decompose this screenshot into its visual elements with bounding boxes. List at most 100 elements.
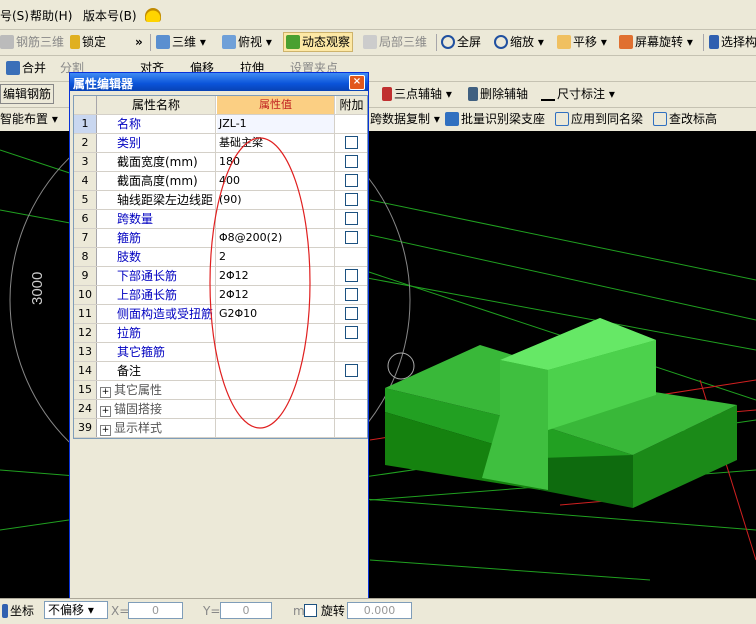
batch-identify-icon xyxy=(445,112,459,126)
select-button[interactable]: 选择构 xyxy=(709,33,756,51)
dialog-titlebar[interactable]: 属性编辑器 × xyxy=(70,73,368,91)
extra-checkbox[interactable] xyxy=(345,193,358,206)
screen-rotate-dropdown[interactable]: 屏幕旋转 ▾ xyxy=(619,33,693,51)
property-name: 侧面构造或受扭筋 xyxy=(97,305,216,323)
x-label: X= xyxy=(111,604,130,618)
row-number: 8 xyxy=(74,248,97,266)
x-input[interactable]: 0 xyxy=(128,602,183,619)
rotate-angle-input[interactable]: 0.000 xyxy=(347,602,412,619)
property-row[interactable]: 11 侧面构造或受扭筋 G2Φ10 xyxy=(74,305,367,324)
property-row[interactable]: 5 轴线距梁左边线距 (90) xyxy=(74,191,367,210)
property-value[interactable]: JZL-1 xyxy=(217,115,335,133)
expand-icon[interactable]: + xyxy=(100,406,111,417)
helmet-icon[interactable] xyxy=(145,8,161,22)
row-number: 12 xyxy=(74,324,97,342)
span-data-copy-label: 跨数据复制 xyxy=(370,112,431,126)
row-number: 7 xyxy=(74,229,97,247)
zoom-dropdown[interactable]: 缩放 ▾ xyxy=(494,33,544,51)
property-row[interactable]: 13 其它箍筋 xyxy=(74,343,367,362)
property-value[interactable]: 180 xyxy=(217,153,335,171)
pan-label: 平移 xyxy=(573,35,598,49)
property-group-row[interactable]: 39 + 显示样式 xyxy=(74,419,367,438)
row-number: 10 xyxy=(74,286,97,304)
close-icon[interactable]: × xyxy=(349,75,365,90)
extra-checkbox[interactable] xyxy=(345,136,358,149)
property-value[interactable]: (90) xyxy=(217,191,335,209)
rotate-checkbox[interactable]: 旋转 xyxy=(304,603,345,619)
extra-checkbox[interactable] xyxy=(345,326,358,339)
toolbar-overflow-icon[interactable]: » xyxy=(135,33,143,51)
offset-mode-select[interactable]: 不偏移 ▾ xyxy=(44,601,108,619)
coord-toggle[interactable]: 坐标 xyxy=(2,603,34,619)
extra-checkbox[interactable] xyxy=(345,212,358,225)
pan-dropdown[interactable]: 平移 ▾ xyxy=(557,33,607,51)
dynamic-observe-button[interactable]: 动态观察 xyxy=(283,32,354,52)
check-label-button[interactable]: 查改标高 xyxy=(653,110,717,128)
batch-identify-label: 批量识别梁支座 xyxy=(461,112,546,126)
property-value[interactable]: 基础主梁 xyxy=(217,134,335,152)
property-value[interactable]: 400 xyxy=(217,172,335,190)
property-row[interactable]: 2 类别 基础主梁 xyxy=(74,134,367,153)
property-value[interactable] xyxy=(217,324,335,342)
extra-checkbox[interactable] xyxy=(345,155,358,168)
row-number: 24 xyxy=(74,400,97,418)
property-row[interactable]: 14 备注 xyxy=(74,362,367,381)
property-row[interactable]: 7 箍筋 Φ8@200(2) xyxy=(74,229,367,248)
apply-same-button[interactable]: 应用到同名梁 xyxy=(555,110,643,128)
extra-checkbox[interactable] xyxy=(345,269,358,282)
y-input[interactable]: 0 xyxy=(220,602,272,619)
check-label-label: 查改标高 xyxy=(669,112,718,126)
property-row[interactable]: 12 拉筋 xyxy=(74,324,367,343)
extra-checkbox[interactable] xyxy=(345,231,358,244)
extra-cell xyxy=(336,267,367,285)
extra-checkbox[interactable] xyxy=(345,307,358,320)
property-row[interactable]: 10 上部通长筋 2Φ12 xyxy=(74,286,367,305)
expand-icon[interactable]: + xyxy=(100,425,111,436)
property-group-row[interactable]: 24 + 锚固搭接 xyxy=(74,400,367,419)
property-row[interactable]: 9 下部通长筋 2Φ12 xyxy=(74,267,367,286)
property-value[interactable]: 2 xyxy=(217,248,335,266)
menu-item-version[interactable]: 版本号(B) xyxy=(83,7,137,25)
row-number: 14 xyxy=(74,362,97,380)
lock-button[interactable]: 锁定 xyxy=(70,33,106,51)
rebar-3d-button[interactable]: 钢筋三维 xyxy=(0,33,64,51)
local-3d-button[interactable]: 局部三维 xyxy=(363,33,427,51)
menu-item-help[interactable]: 帮助(H) xyxy=(30,7,72,25)
property-row[interactable]: 3 截面宽度(mm) 180 xyxy=(74,153,367,172)
fullscreen-button[interactable]: 全屏 xyxy=(441,33,481,51)
merge-button[interactable]: 合并 xyxy=(6,59,46,77)
extra-checkbox[interactable] xyxy=(345,364,358,377)
property-value[interactable] xyxy=(217,343,335,361)
extra-cell xyxy=(336,305,367,323)
property-editor-dialog: 属性编辑器 × 属性名称 属性值 附加 1 名称 JZL-1 2 类别 基础主梁 3 截面宽度… xyxy=(69,72,369,602)
dimension-dropdown[interactable]: 尺寸标注 ▾ xyxy=(541,85,615,103)
edit-rebar-button[interactable]: 编辑钢筋 xyxy=(0,84,55,104)
row-number: 11 xyxy=(74,305,97,323)
property-group-row[interactable]: 15 + 其它属性 xyxy=(74,381,367,400)
extra-checkbox[interactable] xyxy=(345,174,358,187)
delete-axis-button[interactable]: 删除辅轴 xyxy=(468,85,528,103)
property-row[interactable]: 1 名称 JZL-1 xyxy=(74,115,367,134)
menu-item-0[interactable]: 号(S) xyxy=(0,7,29,25)
property-value[interactable]: G2Φ10 xyxy=(217,305,335,323)
check-label-icon xyxy=(653,112,667,126)
three-point-axis-dropdown[interactable]: 三点辅轴 ▾ xyxy=(382,85,452,103)
dimension-label: 3000 xyxy=(29,272,46,305)
view-3d-dropdown[interactable]: 三维 ▾ xyxy=(156,33,206,51)
property-value[interactable]: 2Φ12 xyxy=(217,286,335,304)
expand-icon[interactable]: + xyxy=(100,387,111,398)
top-view-dropdown[interactable]: 俯视 ▾ xyxy=(222,33,272,51)
property-row[interactable]: 6 跨数量 xyxy=(74,210,367,229)
batch-identify-button[interactable]: 批量识别梁支座 xyxy=(445,110,545,128)
property-value[interactable]: Φ8@200(2) xyxy=(217,229,335,247)
merge-label: 合并 xyxy=(22,61,47,75)
property-row[interactable]: 4 截面高度(mm) 400 xyxy=(74,172,367,191)
rebar-3d-icon xyxy=(0,35,14,49)
property-value[interactable] xyxy=(217,210,335,228)
property-value[interactable] xyxy=(217,362,335,380)
smart-layout-dropdown[interactable]: 智能布置 ▾ xyxy=(0,110,58,128)
property-value[interactable]: 2Φ12 xyxy=(217,267,335,285)
span-data-copy-dropdown[interactable]: 跨数据复制 ▾ xyxy=(370,110,440,128)
extra-checkbox[interactable] xyxy=(345,288,358,301)
property-row[interactable]: 8 肢数 2 xyxy=(74,248,367,267)
